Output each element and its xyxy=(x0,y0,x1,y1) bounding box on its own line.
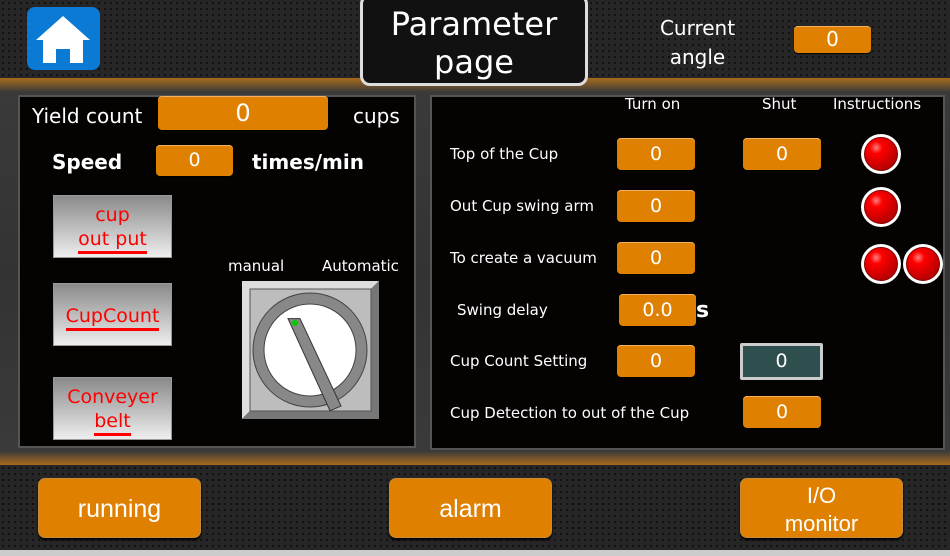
swing-delay-unit: s xyxy=(696,298,710,323)
speed-unit: times/min xyxy=(252,150,364,174)
status-strip xyxy=(0,550,950,556)
yield-count-value: 0 xyxy=(158,96,328,130)
io-monitor-button[interactable]: I/O monitor xyxy=(740,478,903,538)
button-line: monitor xyxy=(784,511,859,536)
current-angle-value: 0 xyxy=(794,26,871,53)
swing-delay-value[interactable]: 0.0 xyxy=(619,294,696,326)
button-line: out put xyxy=(78,227,147,254)
cup-output-button[interactable]: cup out put xyxy=(53,195,172,258)
indicator-lamp xyxy=(903,244,943,284)
indicator-lamp xyxy=(861,134,901,174)
automatic-label: Automatic xyxy=(322,257,399,275)
button-line: belt xyxy=(94,409,131,436)
rotary-switch-icon xyxy=(242,281,379,419)
mode-selector-switch[interactable] xyxy=(242,281,379,419)
button-line: cup xyxy=(95,204,130,226)
home-icon xyxy=(36,16,90,63)
header-instructions: Instructions xyxy=(833,95,922,113)
manual-label: manual xyxy=(228,257,285,275)
row-label: Swing delay xyxy=(457,301,548,319)
yield-count-label: Yield count xyxy=(32,104,143,128)
home-button[interactable] xyxy=(27,7,100,70)
speed-label: Speed xyxy=(52,150,123,174)
row-label: Top of the Cup xyxy=(450,145,559,163)
header-turn-on: Turn on xyxy=(625,95,681,113)
top-cup-shut-value[interactable]: 0 xyxy=(743,138,821,170)
row-label: To create a vacuum xyxy=(450,249,597,267)
button-line: CupCount xyxy=(65,304,160,331)
button-line: I/O xyxy=(806,483,837,508)
vacuum-turn-on-value[interactable]: 0 xyxy=(617,242,695,274)
indicator-lamp xyxy=(861,244,901,284)
row-label: Cup Detection to out of the Cup xyxy=(450,404,690,422)
header-shut: Shut xyxy=(762,95,797,113)
speed-value[interactable]: 0 xyxy=(156,145,233,176)
alarm-button[interactable]: alarm xyxy=(389,478,552,538)
row-label: Out Cup swing arm xyxy=(450,197,594,215)
yield-unit: cups xyxy=(353,104,400,128)
running-button[interactable]: running xyxy=(38,478,201,538)
top-cup-turn-on-value[interactable]: 0 xyxy=(617,138,695,170)
swing-arm-turn-on-value[interactable]: 0 xyxy=(617,190,695,222)
conveyer-belt-button[interactable]: Conveyer belt xyxy=(53,377,172,440)
cup-detection-shut-value[interactable]: 0 xyxy=(743,396,821,428)
row-label: Cup Count Setting xyxy=(450,352,588,370)
button-line: Conveyer xyxy=(67,386,158,408)
cup-count-current-value: 0 xyxy=(740,343,823,380)
cup-count-setting-value[interactable]: 0 xyxy=(617,345,695,377)
indicator-lamp xyxy=(861,187,901,227)
page-title: Parameter page xyxy=(360,0,588,86)
cup-count-button[interactable]: CupCount xyxy=(53,283,172,346)
current-angle-label: Current angle xyxy=(659,16,736,69)
